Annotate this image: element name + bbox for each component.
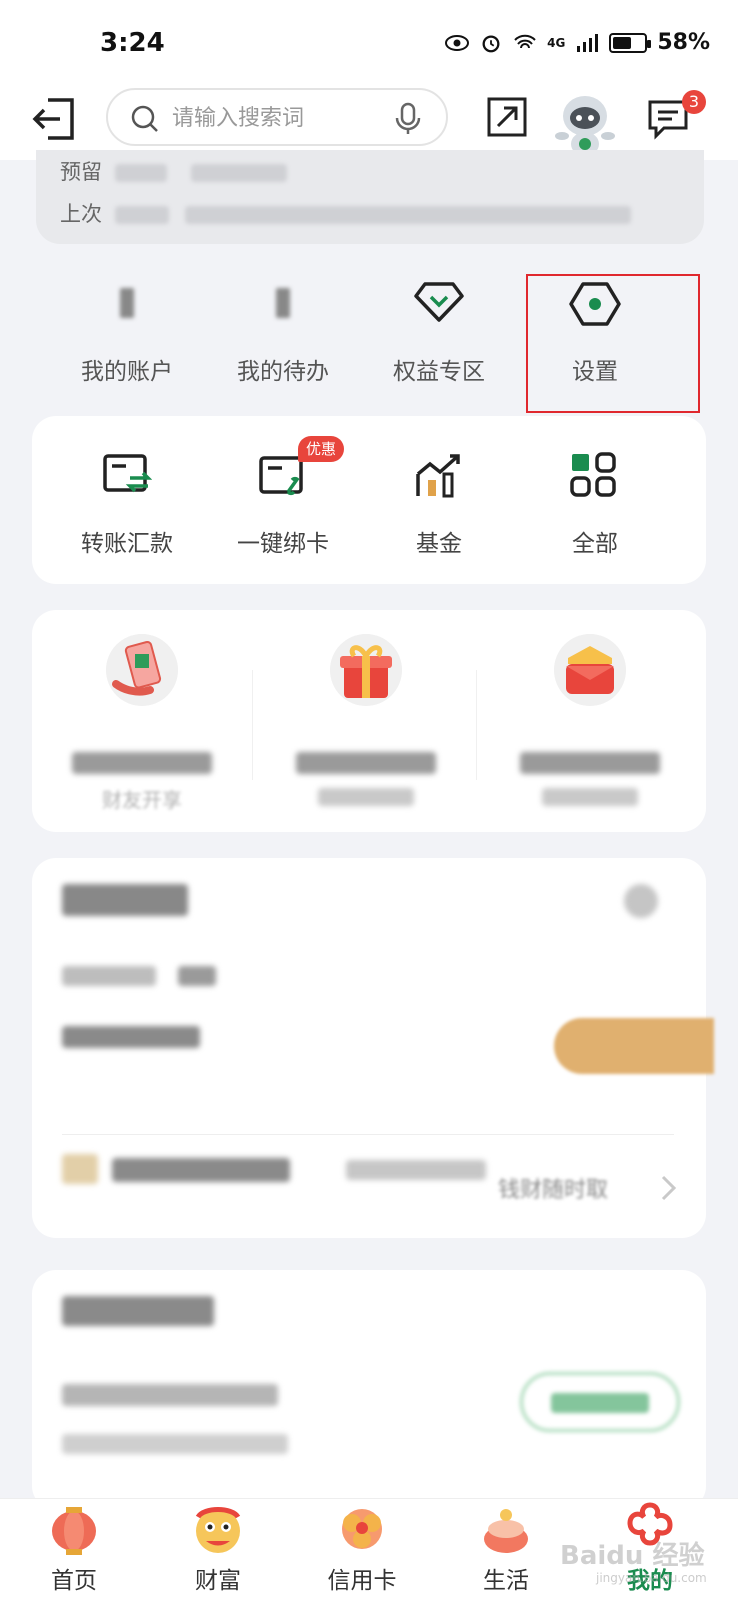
- lantern-icon: [52, 1507, 96, 1555]
- masked-text: [62, 1434, 288, 1454]
- phone-qr-icon: [106, 634, 178, 706]
- promo-item[interactable]: [480, 630, 700, 820]
- all-services-button[interactable]: 全部: [520, 416, 670, 584]
- battery-icon: [609, 32, 652, 53]
- divider: [476, 670, 477, 780]
- exit-icon[interactable]: [30, 96, 78, 142]
- lion-dance-icon: [195, 1507, 241, 1553]
- battery-percent: 58%: [657, 30, 710, 55]
- settings-highlight-box: [526, 274, 700, 413]
- status-bar: 3:24 4G 58%: [0, 0, 738, 84]
- masked-subtitle: [542, 788, 638, 806]
- flower-icon: [342, 1509, 382, 1549]
- tab-label: 信用卡: [327, 1568, 397, 1594]
- transfer-icon: [103, 454, 152, 493]
- finance-link-text[interactable]: 钱财随时取: [498, 1172, 608, 1204]
- masked-text: [114, 206, 169, 224]
- promo-item[interactable]: [256, 630, 476, 820]
- masked-subtitle: [318, 788, 414, 806]
- masked-text: [346, 1160, 486, 1180]
- masked-icon: [62, 1154, 98, 1184]
- reserved-label: 预留: [60, 160, 102, 184]
- quick-action-label: 基金: [416, 531, 462, 557]
- stat-label: 权益专区: [393, 359, 485, 385]
- my-account-item[interactable]: 我的账户: [52, 270, 202, 406]
- bottom-tab-bar: 首页 财富 信用卡 生活 我的 Baidu 经验 jingyan.baidu.c…: [0, 1498, 738, 1600]
- top-bar: 3: [0, 84, 738, 160]
- tab-wealth[interactable]: 财富: [158, 1499, 278, 1600]
- quick-action-label: 全部: [572, 531, 618, 557]
- masked-text: [112, 1158, 290, 1182]
- tab-credit-card[interactable]: 信用卡: [302, 1499, 422, 1600]
- stat-label: 我的账户: [81, 359, 173, 385]
- status-icons: 4G 58%: [445, 30, 710, 55]
- tab-life[interactable]: 生活: [446, 1499, 566, 1600]
- watermark: Baidu 经验: [560, 1541, 705, 1571]
- stat-label: 我的待办: [237, 359, 329, 385]
- account-summary-card: 预留 上次: [36, 150, 704, 244]
- my-todo-item[interactable]: 我的待办: [208, 270, 358, 406]
- search-input[interactable]: [172, 98, 392, 138]
- gift-box-icon: [330, 634, 402, 706]
- promo-badge: 优惠: [298, 436, 345, 462]
- tab-label: 财富: [195, 1568, 241, 1594]
- transfer-button[interactable]: 转账汇款: [52, 416, 202, 584]
- message-badge: 3: [682, 90, 706, 114]
- promo-item[interactable]: 财友开享: [32, 630, 252, 820]
- quick-action-label: 转账汇款: [81, 531, 173, 557]
- masked-text: [62, 966, 156, 986]
- masked-count: [276, 288, 290, 318]
- wifi-icon: [514, 34, 536, 48]
- divider: [252, 670, 253, 780]
- last-login-line: 上次: [60, 198, 632, 228]
- tab-home[interactable]: 首页: [14, 1499, 134, 1600]
- masked-heading: [62, 1296, 214, 1326]
- tab-label: 首页: [51, 1568, 97, 1594]
- grid-icon: [570, 452, 616, 497]
- fund-icon: [416, 454, 460, 498]
- masked-heading: [62, 884, 188, 916]
- masked-count: [120, 288, 134, 318]
- search-bar[interactable]: [106, 88, 448, 146]
- alarm-icon: [482, 34, 500, 52]
- tab-label: 生活: [483, 1568, 529, 1594]
- signal-icon: [577, 33, 599, 52]
- masked-text: [62, 1384, 278, 1406]
- chevron-right-icon[interactable]: [660, 1174, 678, 1202]
- masked-title: [72, 752, 212, 774]
- status-time: 3:24: [100, 28, 165, 58]
- cake-icon: [484, 1509, 528, 1553]
- reserved-info-line: 预留: [60, 156, 288, 186]
- eye-toggle-icon[interactable]: [624, 884, 658, 918]
- masked-text: [178, 966, 216, 986]
- promo-subtitle: 财友开享: [102, 788, 182, 812]
- masked-text: [191, 164, 288, 182]
- quick-action-label: 一键绑卡: [237, 531, 329, 557]
- divider: [62, 1134, 674, 1135]
- network-type: 4G: [547, 35, 566, 50]
- search-icon: [131, 105, 158, 132]
- promotions-card: 财友开享: [32, 610, 706, 832]
- expand-icon[interactable]: [486, 96, 528, 138]
- risk-notice-pill[interactable]: [554, 1018, 714, 1074]
- bind-card-button[interactable]: 优惠 一键绑卡: [208, 416, 358, 584]
- watermark-sub: jingyan.baidu.com: [596, 1571, 707, 1585]
- robot-avatar[interactable]: [550, 88, 620, 158]
- microphone-icon[interactable]: [394, 102, 422, 136]
- apply-button[interactable]: [520, 1372, 680, 1432]
- masked-amount: [62, 1026, 200, 1048]
- fund-button[interactable]: 基金: [364, 416, 514, 584]
- masked-title: [296, 752, 436, 774]
- quick-actions-card: 转账汇款 优惠 一键绑卡 基金 全部: [32, 416, 706, 584]
- masked-text: [185, 206, 632, 224]
- benefits-zone-item[interactable]: 权益专区: [364, 270, 514, 406]
- eye-icon: [445, 34, 470, 51]
- last-login-label: 上次: [60, 202, 102, 226]
- masked-title: [520, 752, 660, 774]
- masked-text: [114, 164, 167, 182]
- red-envelope-icon: [554, 634, 626, 706]
- diamond-icon: [414, 282, 464, 322]
